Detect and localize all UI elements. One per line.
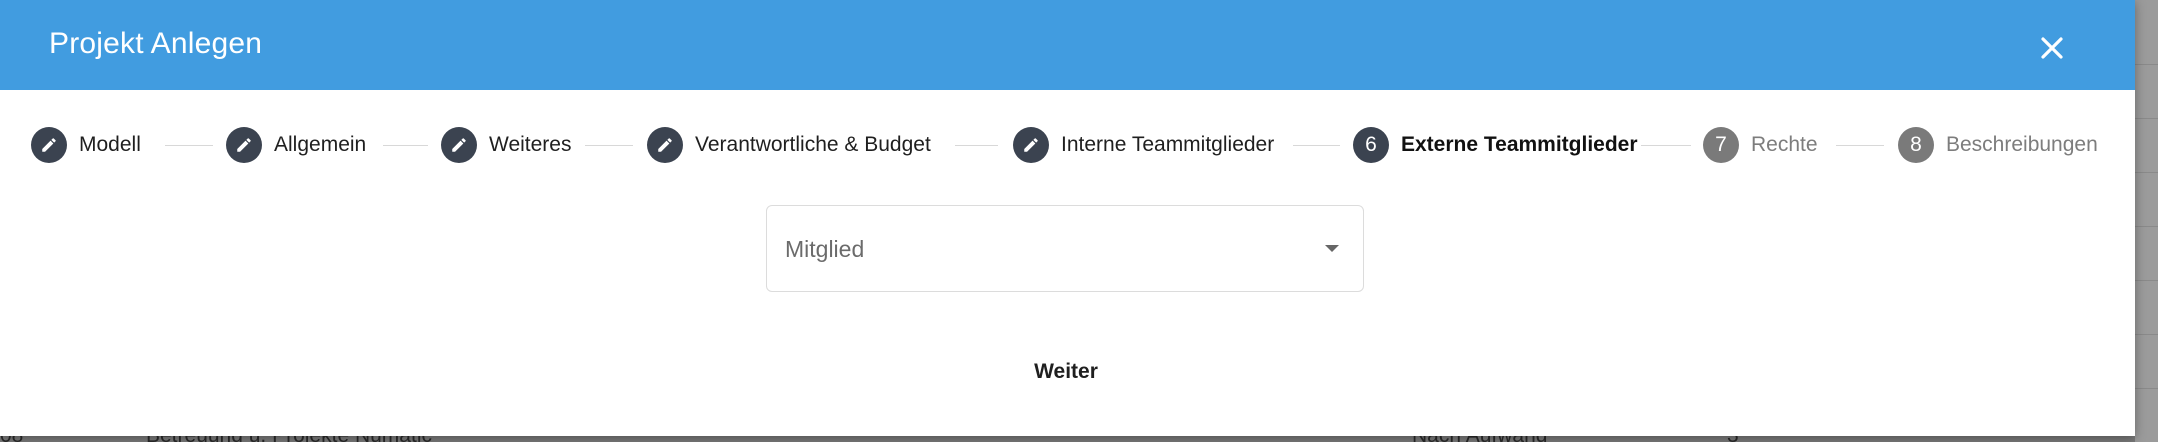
step-modell[interactable]: Modell: [31, 125, 141, 165]
step-rechte[interactable]: 7 Rechte: [1703, 125, 1818, 165]
step-interne-teammitglieder[interactable]: Interne Teammitglieder: [1013, 125, 1274, 165]
step-beschreibungen[interactable]: 8 Beschreibungen: [1898, 125, 2098, 165]
step-marker: [647, 127, 683, 163]
step-label: Interne Teammitglieder: [1061, 133, 1275, 156]
step-connector: [383, 145, 428, 146]
step-connector: [1836, 145, 1884, 146]
wizard-stepper: Modell Allgemein Weiteres Verantwortlich…: [0, 125, 2135, 165]
step-verantwortliche-budget[interactable]: Verantwortliche & Budget: [647, 125, 931, 165]
close-button[interactable]: [2030, 28, 2074, 68]
create-project-modal: Projekt Anlegen Modell Allgemein Weitere…: [0, 0, 2135, 436]
step-marker: [1013, 127, 1049, 163]
step-weiteres[interactable]: Weiteres: [441, 125, 571, 165]
background-scroll-edge: [2135, 0, 2158, 442]
modal-title: Projekt Anlegen: [49, 27, 263, 60]
step-connector: [955, 145, 998, 146]
step-connector: [585, 145, 633, 146]
step-label: Beschreibungen: [1946, 133, 2098, 156]
modal-header: Projekt Anlegen: [0, 0, 2135, 90]
step-connector: [1641, 145, 1691, 146]
step-marker: 6: [1353, 127, 1389, 163]
step-label: Weiteres: [489, 133, 572, 156]
step-label: Verantwortliche & Budget: [695, 133, 931, 156]
step-marker: [441, 127, 477, 163]
pencil-icon: [42, 138, 56, 152]
step-label: Externe Teammitglieder: [1401, 133, 1638, 156]
next-button[interactable]: Weiter: [1000, 354, 1132, 390]
step-connector: [1293, 145, 1340, 146]
pencil-icon: [1024, 138, 1038, 152]
step-label: Rechte: [1751, 133, 1818, 156]
step-label: Modell: [79, 133, 141, 156]
step-marker: 7: [1703, 127, 1739, 163]
close-icon: [2041, 37, 2063, 59]
caret-down-icon: [1325, 245, 1339, 252]
step-connector: [165, 145, 213, 146]
step-allgemein[interactable]: Allgemein: [226, 125, 366, 165]
step-label: Allgemein: [274, 133, 367, 156]
pencil-icon: [658, 138, 672, 152]
pencil-icon: [452, 138, 466, 152]
pencil-icon: [237, 138, 251, 152]
step-marker: 8: [1898, 127, 1934, 163]
step-externe-teammitglieder[interactable]: 6 Externe Teammitglieder: [1353, 125, 1638, 165]
member-select[interactable]: Mitglied: [766, 205, 1364, 292]
member-select-placeholder: Mitglied: [785, 236, 865, 262]
step-marker: [226, 127, 262, 163]
step-marker: [31, 127, 67, 163]
